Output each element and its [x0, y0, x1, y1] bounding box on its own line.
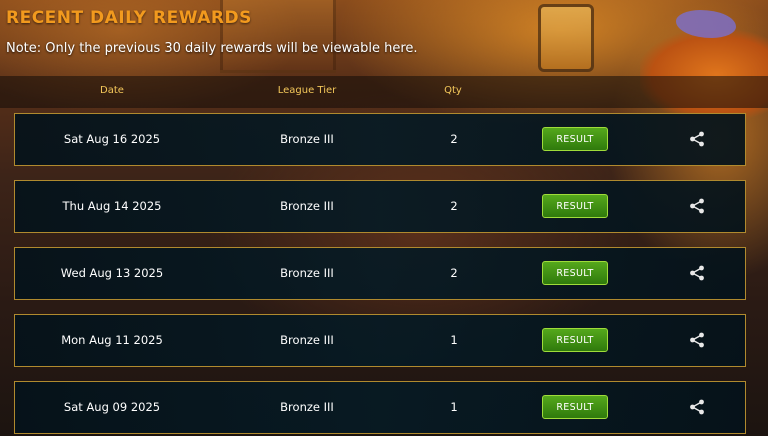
header-league-tier: League Tier [277, 85, 337, 96]
row-qty: 1 [450, 333, 458, 347]
row-date: Mon Aug 11 2025 [61, 333, 163, 347]
table-row: Sat Aug 09 2025 Bronze III 1 RESULT [14, 381, 746, 434]
row-league-tier: Bronze III [280, 266, 334, 280]
row-qty: 2 [450, 199, 458, 213]
table-header: Date League Tier Qty [0, 76, 768, 108]
row-league-tier: Bronze III [280, 333, 334, 347]
result-button[interactable]: RESULT [542, 127, 608, 151]
row-league-tier: Bronze III [280, 132, 334, 146]
row-qty: 2 [450, 132, 458, 146]
rewards-list: Sat Aug 16 2025 Bronze III 2 RESULT Thu … [14, 113, 746, 436]
share-icon[interactable] [689, 265, 705, 281]
row-league-tier: Bronze III [280, 400, 334, 414]
background-lantern [538, 4, 594, 72]
viewable-note: Note: Only the previous 30 daily rewards… [6, 41, 418, 56]
share-icon[interactable] [689, 198, 705, 214]
row-league-tier: Bronze III [280, 199, 334, 213]
share-icon[interactable] [689, 131, 705, 147]
table-row: Sat Aug 16 2025 Bronze III 2 RESULT [14, 113, 746, 166]
table-row: Thu Aug 14 2025 Bronze III 2 RESULT [14, 180, 746, 233]
share-icon[interactable] [689, 399, 705, 415]
row-date: Sat Aug 16 2025 [63, 132, 161, 146]
page-title: RECENT DAILY REWARDS [6, 8, 252, 28]
result-button[interactable]: RESULT [542, 194, 608, 218]
result-button[interactable]: RESULT [542, 261, 608, 285]
table-row: Wed Aug 13 2025 Bronze III 2 RESULT [14, 247, 746, 300]
row-date: Sat Aug 09 2025 [63, 400, 161, 414]
background-character-ribbon [676, 10, 736, 38]
row-qty: 2 [450, 266, 458, 280]
share-icon[interactable] [689, 332, 705, 348]
row-qty: 1 [450, 400, 458, 414]
table-row: Mon Aug 11 2025 Bronze III 1 RESULT [14, 314, 746, 367]
result-button[interactable]: RESULT [542, 395, 608, 419]
row-date: Thu Aug 14 2025 [62, 199, 162, 213]
result-button[interactable]: RESULT [542, 328, 608, 352]
row-date: Wed Aug 13 2025 [60, 266, 164, 280]
header-qty: Qty [444, 85, 462, 96]
header-date: Date [100, 85, 124, 96]
